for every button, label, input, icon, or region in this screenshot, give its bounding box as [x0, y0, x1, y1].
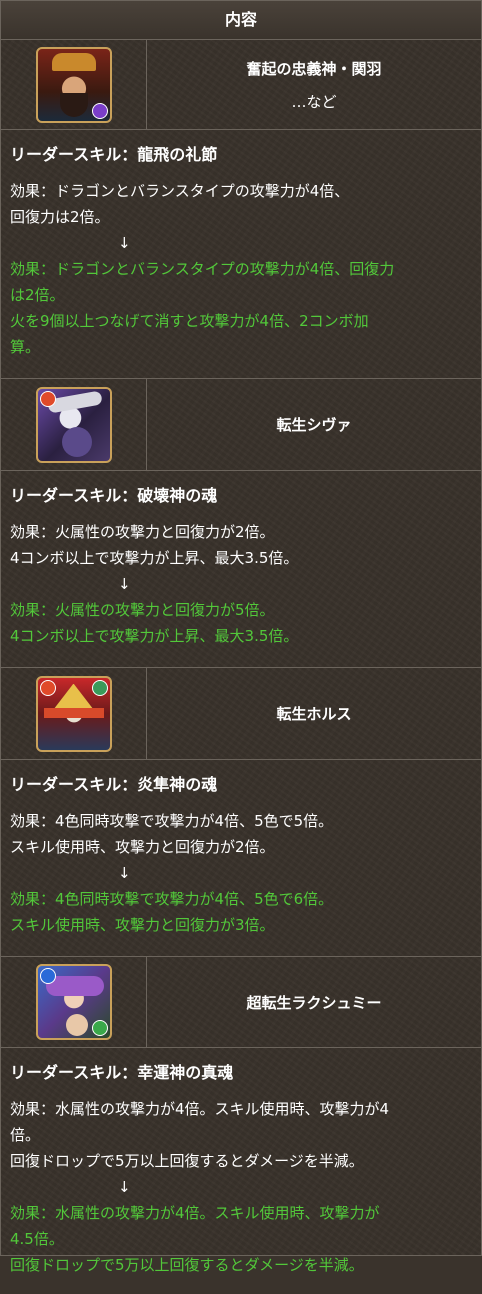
- skill-cell: リーダースキル：炎隼神の魂 効果：4色同時攻撃で攻撃力が4倍、5色で5倍。 スキ…: [1, 772, 481, 957]
- down-arrow: ↓: [118, 1178, 131, 1196]
- before-line: 効果：火属性の攻撃力と回復力が2倍。: [10, 523, 275, 541]
- down-arrow: ↓: [118, 864, 131, 882]
- before-line: 効果：ドラゴンとバランスタイプの攻撃力が4倍、: [10, 182, 350, 200]
- after-line: 効果：火属性の攻撃力と回復力が5倍。: [10, 601, 275, 619]
- before-line: 回復力は2倍。: [10, 208, 110, 226]
- icon-cell: [1, 40, 147, 129]
- monster-name: 転生シヴァ: [276, 416, 352, 434]
- name-cell: 超転生ラクシュミー: [147, 957, 481, 1047]
- after-line: 4コンボ以上で攻撃力が上昇、最大3.5倍。: [10, 627, 299, 645]
- before-line: 効果：水属性の攻撃力が4倍。スキル使用時、攻撃力が4: [10, 1100, 390, 1118]
- monster-name: 転生ホルス: [276, 705, 352, 723]
- name-cell: 奮起の忠義神・関羽 …など: [147, 40, 481, 129]
- name-cell: 転生ホルス: [147, 668, 481, 759]
- table-header: 内容: [1, 1, 481, 40]
- icon-cell: [1, 957, 147, 1047]
- before-line: 効果：4色同時攻撃で攻撃力が4倍、5色で5倍。: [10, 812, 334, 830]
- before-line: スキル使用時、攻撃力と回復力が2倍。: [10, 838, 275, 856]
- after-line: 算。: [10, 338, 41, 356]
- after-line: スキル使用時、攻撃力と回復力が3倍。: [10, 916, 275, 934]
- icon-cell: [1, 668, 147, 759]
- skill-cell: リーダースキル：幸運神の真魂 効果：水属性の攻撃力が4倍。スキル使用時、攻撃力が…: [1, 1060, 481, 1294]
- monster-row-lakshmi: 超転生ラクシュミー: [1, 957, 481, 1048]
- monster-row-horus: 転生ホルス: [1, 668, 481, 760]
- after-line: 効果：ドラゴンとバランスタイプの攻撃力が4倍、回復力: [10, 260, 395, 278]
- skill-table: 内容 奮起の忠義神・関羽 …など リーダースキル：龍飛の礼節 効果：ドラゴンとバ…: [0, 0, 482, 1274]
- before-line: 4コンボ以上で攻撃力が上昇、最大3.5倍。: [10, 549, 299, 567]
- guan-yu-monster-icon[interactable]: [35, 46, 112, 123]
- name-cell: 転生シヴァ: [147, 379, 481, 470]
- before-line: 回復ドロップで5万以上回復するとダメージを半減。: [10, 1152, 364, 1170]
- horus-monster-icon[interactable]: [35, 675, 112, 752]
- after-line: 効果：4色同時攻撃で攻撃力が4倍、5色で6倍。: [10, 890, 334, 908]
- monster-name: 奮起の忠義神・関羽: [246, 59, 382, 78]
- monster-row-shiva: 転生シヴァ: [1, 379, 481, 471]
- leader-skill-title: リーダースキル：炎隼神の魂: [10, 775, 218, 794]
- monster-row-guan-yu: 奮起の忠義神・関羽 …など: [1, 40, 481, 130]
- leader-skill-title: リーダースキル：破壊神の魂: [10, 486, 218, 505]
- icon-cell: [1, 379, 147, 470]
- shiva-monster-icon[interactable]: [35, 386, 112, 463]
- down-arrow: ↓: [118, 234, 131, 252]
- skill-cell: リーダースキル：破壊神の魂 効果：火属性の攻撃力と回復力が2倍。 4コンボ以上で…: [1, 483, 481, 668]
- before-line: 倍。: [10, 1126, 41, 1144]
- leader-skill-title: リーダースキル：龍飛の礼節: [10, 145, 218, 164]
- after-line: は2倍。: [10, 286, 65, 304]
- monster-name: 超転生ラクシュミー: [246, 993, 382, 1012]
- leader-skill-title: リーダースキル：幸運神の真魂: [10, 1063, 234, 1082]
- down-arrow: ↓: [118, 575, 131, 593]
- after-line: 4.5倍。: [10, 1230, 64, 1248]
- after-line: 効果：水属性の攻撃力が4倍。スキル使用時、攻撃力が: [10, 1204, 380, 1222]
- lakshmi-monster-icon[interactable]: [35, 964, 112, 1040]
- after-line: 火を9個以上つなげて消すと攻撃力が4倍、2コンボ加: [10, 312, 369, 330]
- skill-cell: リーダースキル：龍飛の礼節 効果：ドラゴンとバランスタイプの攻撃力が4倍、 回復…: [1, 142, 481, 379]
- etc-label: …など: [291, 92, 337, 111]
